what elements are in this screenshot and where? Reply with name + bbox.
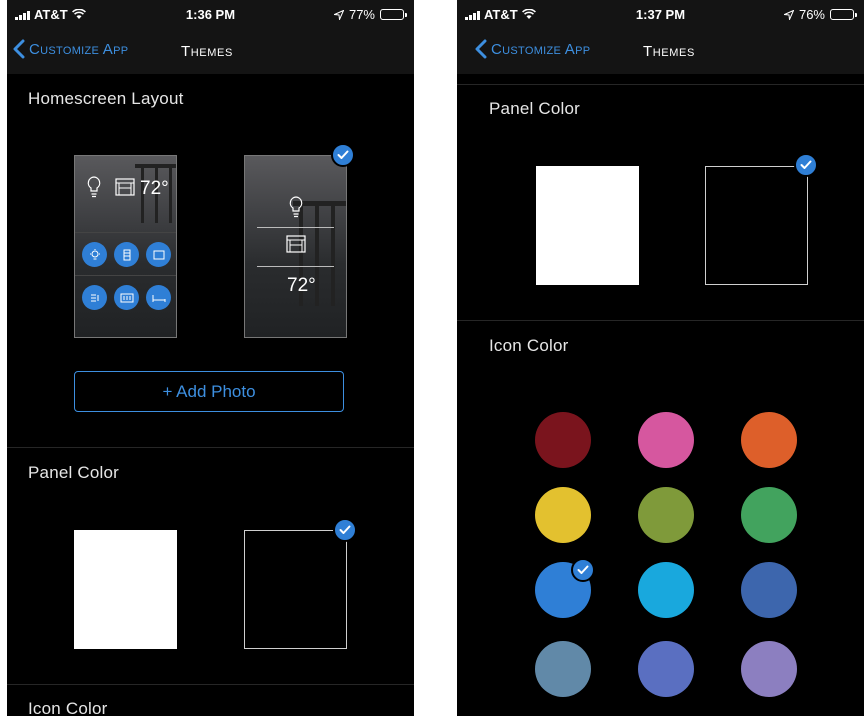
icon-color-swatch[interactable] bbox=[741, 412, 797, 468]
panel-color-title: Panel Color bbox=[28, 463, 120, 482]
layout1-temperature: 72° bbox=[140, 178, 169, 199]
icon-color-swatch[interactable] bbox=[638, 487, 694, 543]
selected-check-icon bbox=[333, 518, 357, 542]
icon-color-swatch[interactable] bbox=[741, 641, 797, 697]
icon-color-swatch[interactable] bbox=[638, 562, 694, 618]
light-button-icon bbox=[82, 242, 107, 267]
bed-button-icon bbox=[146, 285, 171, 310]
lightbulb-icon bbox=[289, 196, 303, 218]
page-title: Themes bbox=[643, 43, 695, 60]
shade-button-icon bbox=[114, 242, 139, 267]
icon-color-swatch[interactable] bbox=[638, 641, 694, 697]
icon-color-swatch[interactable] bbox=[535, 487, 591, 543]
selected-check-icon bbox=[331, 143, 355, 167]
back-label: Customize App bbox=[29, 40, 129, 58]
icon-color-swatch[interactable] bbox=[741, 562, 797, 618]
divider-line bbox=[75, 232, 176, 233]
back-label: Customize App bbox=[491, 40, 591, 58]
chevron-left-icon bbox=[475, 39, 487, 59]
battery-icon bbox=[380, 9, 407, 20]
location-arrow-icon bbox=[333, 9, 344, 20]
panel-color-black[interactable] bbox=[244, 530, 347, 649]
icon-color-swatch[interactable] bbox=[638, 412, 694, 468]
nav-bar: Customize App Themes bbox=[7, 28, 414, 74]
section-divider bbox=[7, 447, 414, 448]
tv-button-icon bbox=[146, 242, 171, 267]
location-arrow-icon bbox=[783, 9, 794, 20]
status-bar: AT&T 1:37 PM 76% bbox=[457, 0, 864, 28]
nav-bar: Customize App Themes bbox=[457, 28, 864, 74]
section-divider bbox=[457, 84, 864, 85]
shade-icon bbox=[115, 178, 135, 196]
icon-color-title: Icon Color bbox=[28, 699, 108, 716]
back-button[interactable]: Customize App bbox=[475, 39, 590, 59]
page-title: Themes bbox=[181, 43, 233, 60]
icon-color-swatch[interactable] bbox=[741, 487, 797, 543]
panel-color-white[interactable] bbox=[74, 530, 177, 649]
layout2-temperature: 72° bbox=[287, 275, 316, 296]
pier-post bbox=[169, 168, 172, 223]
phone-screen-left: AT&T 1:36 PM 77% Customize App Themes Ho… bbox=[7, 0, 414, 716]
pier-post bbox=[331, 206, 335, 306]
selected-check-icon bbox=[571, 558, 595, 582]
battery-percent: 76% bbox=[798, 7, 825, 22]
panel-color-black[interactable] bbox=[705, 166, 808, 285]
battery-icon bbox=[830, 9, 857, 20]
section-divider bbox=[457, 320, 864, 321]
icon-color-title: Icon Color bbox=[489, 336, 569, 355]
shade-icon bbox=[286, 235, 306, 253]
divider-line bbox=[257, 266, 334, 267]
battery-percent: 77% bbox=[348, 7, 375, 22]
keypad-button-icon bbox=[114, 285, 139, 310]
divider-line bbox=[257, 227, 334, 228]
layout-option-list[interactable]: 72° bbox=[244, 155, 347, 338]
section-divider bbox=[7, 684, 414, 685]
back-button[interactable]: Customize App bbox=[13, 39, 128, 59]
chevron-left-icon bbox=[13, 39, 25, 59]
panel-color-title: Panel Color bbox=[489, 99, 581, 118]
icon-color-swatch[interactable] bbox=[535, 412, 591, 468]
status-bar: AT&T 1:36 PM 77% bbox=[7, 0, 414, 28]
layout-option-grid[interactable]: 72° bbox=[74, 155, 177, 338]
phone-screen-right: AT&T 1:37 PM 76% Customize App Themes Pa… bbox=[457, 0, 864, 716]
list-button-icon bbox=[82, 285, 107, 310]
add-photo-button[interactable]: + Add Photo bbox=[74, 371, 344, 412]
icon-color-swatch[interactable] bbox=[535, 641, 591, 697]
divider-line bbox=[75, 275, 176, 276]
lightbulb-icon bbox=[87, 176, 101, 198]
homescreen-layout-title: Homescreen Layout bbox=[28, 89, 184, 108]
panel-color-white[interactable] bbox=[536, 166, 639, 285]
selected-check-icon bbox=[794, 153, 818, 177]
